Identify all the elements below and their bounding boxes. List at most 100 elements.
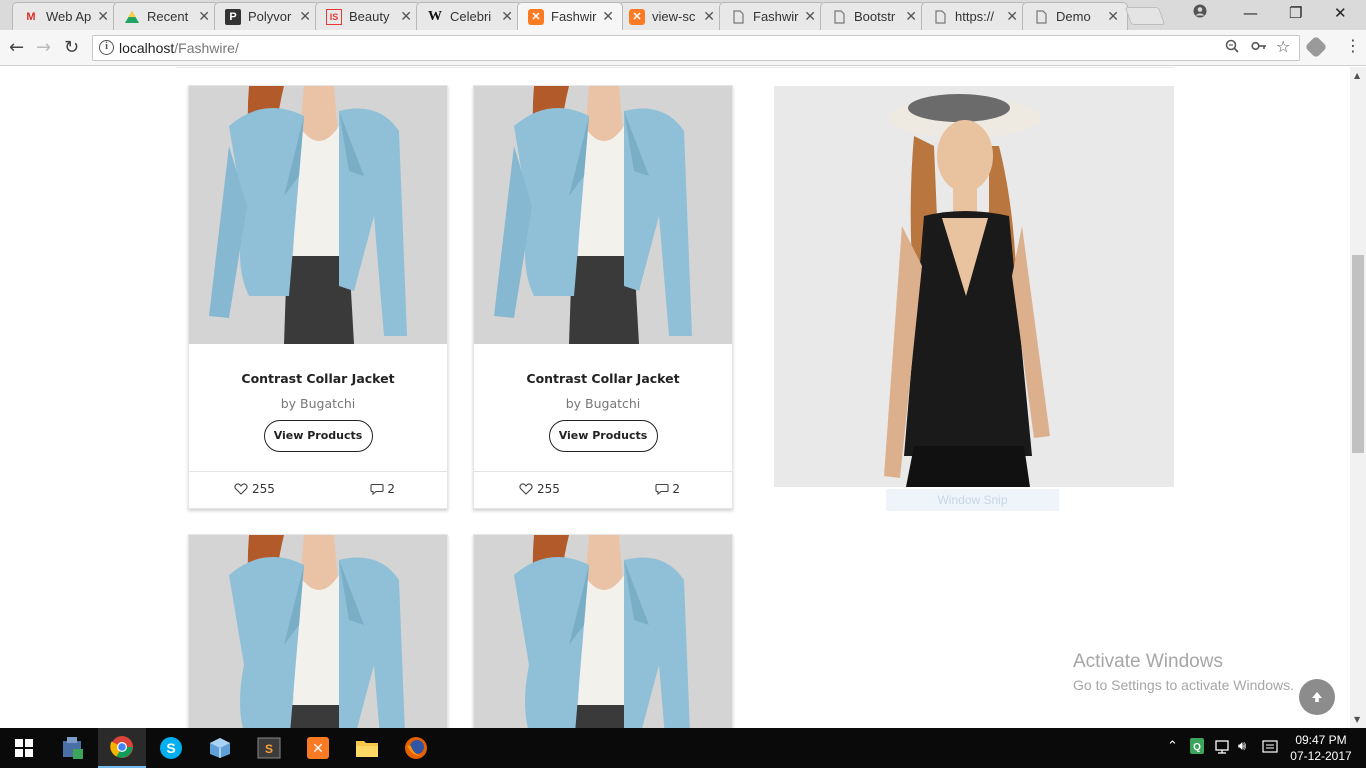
taskbar-app-sublime[interactable]: S [245,728,293,768]
taskbar-app-xampp[interactable]: ✕ [294,728,342,768]
taskbar-app-file-explorer[interactable] [343,728,391,768]
browser-tab-2[interactable]: Recent ✕ [113,2,219,30]
restore-button[interactable]: ❐ [1289,4,1302,22]
heart-icon [234,483,248,495]
xampp-icon: ✕ [528,8,544,25]
scrollbar-thumb[interactable] [1352,255,1364,453]
url-host: localhost [119,40,175,56]
browser-tab-7[interactable]: ✕ view-sc ✕ [618,2,724,30]
tab-title: view-sc [652,9,696,24]
tray-app-icon[interactable]: Q [1190,738,1204,758]
comment-count: 2 [672,482,680,496]
product-card: Contrast Collar Jacket by Bugatchi View … [473,85,733,509]
product-image[interactable] [474,535,732,728]
activate-windows-watermark: Activate Windows Go to Settings to activ… [1073,651,1294,693]
notifications-icon[interactable] [1262,739,1278,759]
close-icon[interactable]: ✕ [602,9,614,25]
product-brand: by Bugatchi [280,396,356,411]
taskbar-app-tools[interactable] [49,728,97,768]
forward-button[interactable]: → [36,37,51,58]
gmail-icon: M [26,10,36,23]
browser-tab-10[interactable]: https:// ✕ [921,2,1027,30]
browser-tab-8[interactable]: Fashwir ✕ [719,2,825,30]
close-window-button[interactable]: ✕ [1334,4,1347,22]
browser-tab-5[interactable]: W Celebri ✕ [416,2,522,30]
close-icon[interactable]: ✕ [97,9,109,25]
tab-title: Fashwir [753,9,799,24]
firefox-icon [405,737,427,759]
watermark-title: Activate Windows [1073,651,1223,672]
tab-title: Celebri [450,9,492,24]
bookmark-star-icon[interactable]: ☆ [1276,37,1290,56]
like-button[interactable]: 255 [234,482,275,496]
new-tab-button[interactable] [1124,7,1166,25]
tray-chevron-icon[interactable]: ⌃ [1167,739,1178,754]
product-image[interactable] [189,86,447,344]
product-info: Contrast Collar Jacket by Bugatchi View … [474,344,732,472]
window-snip-label: Window Snip [886,489,1059,511]
browser-tab-9[interactable]: Bootstr ✕ [820,2,926,30]
browser-tab-4[interactable]: IS Beauty ✕ [315,2,421,30]
xampp-icon: ✕ [629,8,645,25]
page-scrollbar[interactable]: ▲ ▼ [1350,67,1366,728]
comments-button[interactable]: 2 [370,482,395,496]
key-icon[interactable] [1251,39,1267,57]
tab-title: Fashwir [551,9,597,24]
minimize-button[interactable]: — [1243,4,1258,22]
browser-tab-active[interactable]: ✕ Fashwir ✕ [517,2,623,30]
product-card [473,534,733,728]
close-icon[interactable]: ✕ [198,9,210,25]
close-icon[interactable]: ✕ [1107,9,1119,25]
tab-strip: M Web Ap ✕ Recent ✕ P Polyvor ✕ IS Beaut… [0,0,1366,30]
like-count: 255 [252,482,275,496]
close-icon[interactable]: ✕ [905,9,917,25]
browser-tab-1[interactable]: M Web Ap ✕ [12,2,118,30]
product-image[interactable] [189,535,447,728]
browser-tab-3[interactable]: P Polyvor ✕ [214,2,320,30]
zoom-icon[interactable] [1225,39,1239,57]
menu-icon[interactable]: ⋮ [1345,36,1361,55]
product-title: Contrast Collar Jacket [241,371,395,386]
address-bar[interactable]: i localhost/Fashwire/ ☆ [92,35,1300,61]
taskbar-app-virtualbox[interactable] [196,728,244,768]
page-icon [932,9,948,25]
view-products-button[interactable]: View Products [548,420,658,452]
clock-date: 07-12-2017 [1290,749,1352,763]
tab-title: https:// [955,9,995,24]
close-icon[interactable]: ✕ [501,9,513,25]
reload-button[interactable]: ↻ [64,37,79,58]
page-icon [730,9,746,25]
system-clock[interactable]: 09:47 PM 07-12-2017 [1288,732,1354,764]
tab-title: Bootstr [854,9,896,24]
taskbar-app-skype[interactable]: S [147,728,195,768]
url-text[interactable]: localhost/Fashwire/ [119,40,239,56]
close-icon[interactable]: ✕ [804,9,816,25]
watermark-subtitle: Go to Settings to activate Windows. [1073,677,1294,693]
view-products-button[interactable]: View Products [263,420,373,452]
back-button[interactable]: ← [9,37,24,58]
sublime-icon: S [257,737,281,759]
close-icon[interactable]: ✕ [299,9,311,25]
scroll-to-top-button[interactable] [1299,679,1335,715]
comments-button[interactable]: 2 [655,482,680,496]
tab-title: Polyvor [248,9,292,24]
browser-tab-11[interactable]: Demo ✕ [1022,2,1128,30]
like-button[interactable]: 255 [519,482,560,496]
close-icon[interactable]: ✕ [400,9,412,25]
profile-icon[interactable] [1193,4,1207,22]
scroll-down-arrow-icon[interactable]: ▼ [1354,715,1360,724]
taskbar-app-firefox[interactable] [392,728,440,768]
start-button[interactable] [0,728,48,768]
extension-icon[interactable] [1304,35,1328,59]
scroll-up-arrow-icon[interactable]: ▲ [1354,71,1360,80]
info-icon[interactable]: i [99,40,114,55]
product-image[interactable] [474,86,732,344]
is-icon: IS [326,8,342,25]
close-icon[interactable]: ✕ [703,9,715,25]
xampp-icon: ✕ [307,737,329,759]
network-icon[interactable] [1213,739,1231,759]
featured-image[interactable] [774,86,1174,487]
taskbar-app-chrome[interactable] [98,728,146,768]
volume-icon[interactable]: 🔊︎ [1238,739,1246,754]
close-icon[interactable]: ✕ [1006,9,1018,25]
